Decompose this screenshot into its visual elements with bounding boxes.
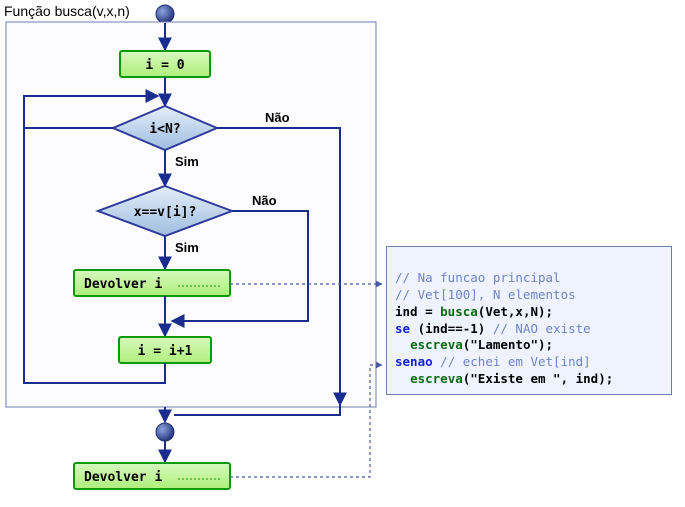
node-cond2-label: x==v[i]?	[134, 205, 197, 220]
code-line-4: se (ind==-1) // NAO existe	[395, 321, 591, 336]
code-line-3: ind = busca(Vet,x,N);	[395, 304, 553, 319]
label-cond1-yes: Sim	[175, 154, 199, 169]
code-line-6: senao // echei em Vet[ind]	[395, 354, 591, 369]
label-cond2-no: Não	[252, 193, 277, 208]
node-cond1-label: i<N?	[149, 122, 180, 137]
code-line-5: escreva("Lamento");	[395, 337, 553, 352]
node-return1-label: Devolver i	[84, 277, 162, 292]
node-init-label: i = 0	[145, 58, 184, 73]
start-node	[156, 5, 174, 23]
title-text: Função busca(v,x,n)	[4, 3, 130, 19]
label-cond2-yes: Sim	[175, 240, 199, 255]
label-cond1-no: Não	[265, 110, 290, 125]
node-init: i = 0	[120, 51, 210, 77]
node-return2: Devolver i	[74, 463, 230, 489]
node-return1: Devolver i	[74, 270, 230, 296]
node-inc: i = i+1	[119, 337, 211, 363]
code-line-7: escreva("Existe em ", ind);	[395, 371, 613, 386]
code-line-2: // Vet[100], N elementos	[395, 287, 576, 302]
exit-node	[156, 423, 174, 441]
node-inc-label: i = i+1	[138, 344, 193, 359]
code-line-1: // Na funcao principal	[395, 270, 561, 285]
code-panel: // Na funcao principal // Vet[100], N el…	[386, 246, 672, 395]
node-return2-label: Devolver i	[84, 470, 162, 485]
